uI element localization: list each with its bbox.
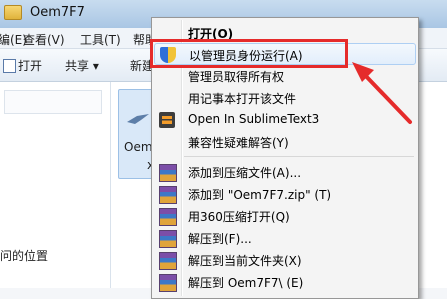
open-icon bbox=[3, 59, 16, 73]
menu-item-take-ownership[interactable]: 管理员取得所有权 bbox=[154, 65, 416, 87]
menu-view[interactable]: 查看(V) bbox=[23, 31, 65, 48]
menu-item-open-in-sublime[interactable]: Open In SublimeText3 bbox=[154, 109, 416, 131]
window-title: Oem7F7 bbox=[30, 5, 85, 20]
file-name: Oem bbox=[124, 140, 153, 154]
menu-item-label: 解压到当前文件夹(X) bbox=[188, 254, 302, 268]
navigation-pane: 问的位置 bbox=[0, 82, 111, 288]
menu-item-extract-to-folder[interactable]: 解压到 Oem7F7\ (E) bbox=[154, 271, 416, 293]
archive-icon bbox=[159, 230, 177, 248]
menu-tools[interactable]: 工具(T) bbox=[80, 31, 121, 48]
menu-item-add-to-zip[interactable]: 添加到 "Oem7F7.zip" (T) bbox=[154, 183, 416, 205]
menu-item-label: 添加到压缩文件(A)... bbox=[188, 166, 302, 180]
favorites-section[interactable] bbox=[4, 90, 102, 114]
menu-item-label: 用记事本打开该文件 bbox=[188, 92, 297, 106]
bird-app-icon bbox=[127, 114, 149, 124]
archive-icon bbox=[159, 252, 177, 270]
folder-icon bbox=[4, 5, 22, 20]
menu-item-label: Open In SublimeText3 bbox=[188, 112, 320, 126]
archive-icon bbox=[159, 274, 177, 292]
menu-item-extract-here[interactable]: 解压到当前文件夹(X) bbox=[154, 249, 416, 271]
menu-item-label: 添加到 "Oem7F7.zip" (T) bbox=[188, 188, 332, 202]
menu-item-label: 兼容性疑难解答(Y) bbox=[188, 136, 289, 150]
open-button[interactable]: 打开 bbox=[18, 57, 42, 74]
menu-item-open-with-notepad[interactable]: 用记事本打开该文件 bbox=[154, 87, 416, 109]
menu-item-label: 解压到(F)... bbox=[188, 232, 252, 246]
menu-separator bbox=[184, 156, 414, 157]
menu-item-open-with-360zip[interactable]: 用360压缩打开(Q) bbox=[154, 205, 416, 227]
nav-location-label[interactable]: 问的位置 bbox=[0, 247, 48, 264]
sublime-text-icon bbox=[159, 112, 175, 128]
archive-icon bbox=[159, 164, 177, 182]
menu-item-extract-to[interactable]: 解压到(F)... bbox=[154, 227, 416, 249]
menu-item-label: 解压到 Oem7F7\ (E) bbox=[188, 276, 304, 290]
menu-item-add-to-archive[interactable]: 添加到压缩文件(A)... bbox=[154, 161, 416, 183]
share-button[interactable]: 共享 ▾ bbox=[65, 57, 99, 74]
menu-item-label: 用360压缩打开(Q) bbox=[188, 210, 290, 224]
archive-icon bbox=[159, 186, 177, 204]
menu-item-troubleshoot-compat[interactable]: 兼容性疑难解答(Y) bbox=[154, 131, 416, 153]
archive-icon bbox=[159, 208, 177, 226]
menu-item-label: 管理员取得所有权 bbox=[188, 70, 285, 84]
annotation-highlight-box bbox=[150, 39, 348, 68]
